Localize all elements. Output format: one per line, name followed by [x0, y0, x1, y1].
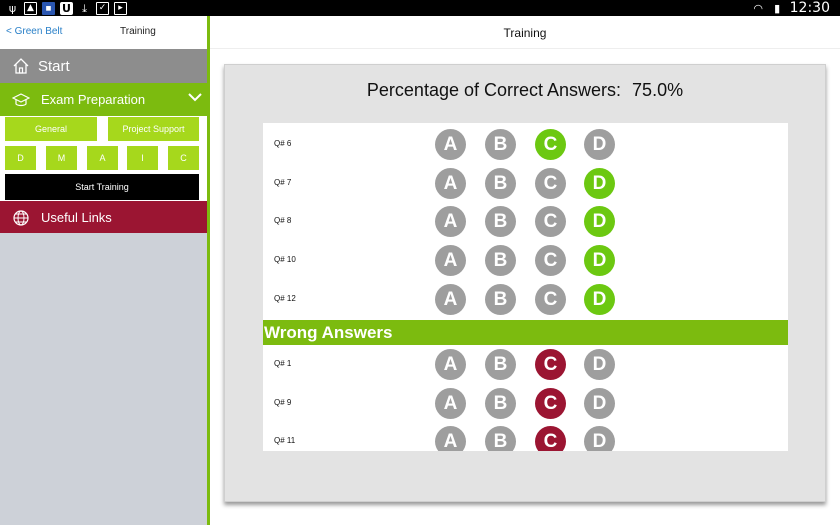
correct-answer-row: Q# 12 A B C D: [263, 280, 788, 319]
wrong-answer-row: Q# 1 ABCD: [263, 345, 788, 384]
percentage-label: Percentage of Correct Answers:: [366, 80, 622, 100]
option-d-badge: D: [584, 426, 615, 451]
question-label: Q# 1: [274, 359, 292, 368]
option-d-badge: D: [584, 283, 615, 315]
image-icon: ▲: [24, 1, 37, 15]
wrong-answer-row: Q# 11 A B C D: [263, 422, 788, 451]
option-a-badge: A: [435, 349, 466, 380]
define-button[interactable]: D: [5, 146, 36, 170]
download-icon: ⤓: [82, 1, 87, 15]
question-label: Q# 9: [274, 397, 292, 407]
back-label: Green Belt: [14, 26, 63, 37]
improve-button[interactable]: I: [127, 146, 158, 170]
option-c-badge: C: [535, 426, 566, 451]
clipboard-check-icon: ✓: [96, 1, 109, 15]
option-d-badge: D: [584, 129, 615, 160]
correct-answer-row: Q# 6 ABCD: [263, 125, 788, 164]
u-app-icon: U: [60, 1, 73, 15]
chevron-left-icon: <: [6, 26, 15, 37]
option-b-badge: B: [485, 283, 516, 315]
option-b-badge: B: [485, 245, 516, 277]
home-icon: [13, 58, 29, 74]
option-c-badge: C: [535, 349, 566, 380]
correct-answer-row: Q# 7 ABCD: [263, 164, 788, 203]
status-bar: ψ ▲ ■ U ⤓ ✓ ▸ ◠ ▮ 12:30: [0, 0, 840, 16]
wifi-icon: ◠: [753, 1, 763, 15]
option-a-badge: A: [435, 206, 466, 238]
sidebar-item-label: Exam Preparation: [41, 92, 146, 107]
sidebar-item-start[interactable]: Start: [0, 49, 207, 83]
control-button[interactable]: C: [168, 146, 199, 170]
option-a-badge: A: [435, 283, 466, 315]
measure-button[interactable]: M: [46, 146, 77, 170]
option-c-badge: C: [535, 206, 566, 238]
question-label: Q# 8: [274, 216, 292, 226]
option-a-badge: A: [435, 129, 466, 160]
option-d-badge: D: [584, 349, 615, 380]
option-a-badge: A: [435, 387, 466, 419]
option-c-badge: C: [535, 245, 566, 277]
option-a-badge: A: [435, 167, 466, 199]
wrong-answer-row: Q# 9 ABCD: [263, 384, 788, 423]
play-store-icon: ▸: [114, 1, 127, 15]
option-d-badge: D: [584, 245, 615, 277]
sidebar-header: < Green Belt Training: [0, 16, 207, 49]
option-b-badge: B: [485, 387, 516, 419]
sidebar-title: Training: [120, 26, 156, 37]
sidebar-item-useful-links[interactable]: Useful Links: [0, 201, 207, 233]
question-label: Q# 7: [274, 177, 292, 187]
analyze-button[interactable]: A: [87, 146, 118, 170]
main-header: Training: [210, 16, 840, 49]
sidebar-item-label: Start: [38, 58, 70, 75]
project-support-button[interactable]: Project Support: [108, 117, 199, 141]
battery-icon: ▮: [774, 1, 781, 15]
clock: 12:30: [789, 0, 830, 16]
option-c-badge: C: [535, 129, 566, 160]
option-d-badge: D: [584, 206, 615, 238]
question-label: Q# 10: [274, 255, 296, 265]
sidebar-item-label: Useful Links: [41, 210, 112, 225]
chevron-down-icon[interactable]: [187, 89, 203, 105]
answer-list[interactable]: Wrong Answers Q# 6 A B C D Q# 7 A B C D Q# 8 A B C D Q#…: [263, 123, 788, 451]
option-b-badge: B: [485, 129, 516, 160]
question-label: Q# 11: [274, 436, 296, 446]
correct-answer-row: Q# 8 ABCD: [263, 202, 788, 241]
option-a-badge: A: [435, 245, 466, 277]
general-button[interactable]: General: [5, 117, 97, 141]
option-c-badge: C: [535, 387, 566, 419]
question-label: Q# 12: [274, 293, 296, 303]
option-b-badge: B: [485, 349, 516, 380]
option-d-badge: D: [584, 387, 615, 419]
graduation-cap-icon: [12, 93, 30, 107]
option-b-badge: B: [485, 426, 516, 451]
option-b-badge: B: [485, 206, 516, 238]
sidebar: < Green Belt Training Start Exam Prepara…: [0, 16, 207, 525]
wrong-answers-header: Wrong Answers: [263, 320, 788, 345]
option-d-badge: D: [584, 167, 615, 199]
app-notification-icon: ■: [42, 1, 55, 15]
option-c-badge: C: [535, 283, 566, 315]
option-b-badge: B: [485, 167, 516, 199]
start-training-button[interactable]: Start Training: [5, 174, 199, 200]
correct-answer-row: Q# 10 A B C D: [263, 241, 788, 280]
usb-icon: ψ: [8, 1, 17, 15]
question-label: Q# 6: [274, 139, 292, 148]
option-c-badge: C: [535, 167, 566, 199]
results-card: Percentage of Correct Answers: 75.0% Wro…: [224, 64, 826, 502]
percentage-value: 75.0%: [632, 80, 684, 100]
globe-icon: [13, 210, 29, 226]
sidebar-item-exam-preparation[interactable]: Exam Preparation: [0, 83, 207, 116]
option-a-badge: A: [435, 426, 466, 451]
page-title: Training: [503, 26, 547, 40]
back-button[interactable]: < Green Belt: [6, 26, 62, 37]
percentage-heading: Percentage of Correct Answers: 75.0%: [225, 80, 825, 101]
